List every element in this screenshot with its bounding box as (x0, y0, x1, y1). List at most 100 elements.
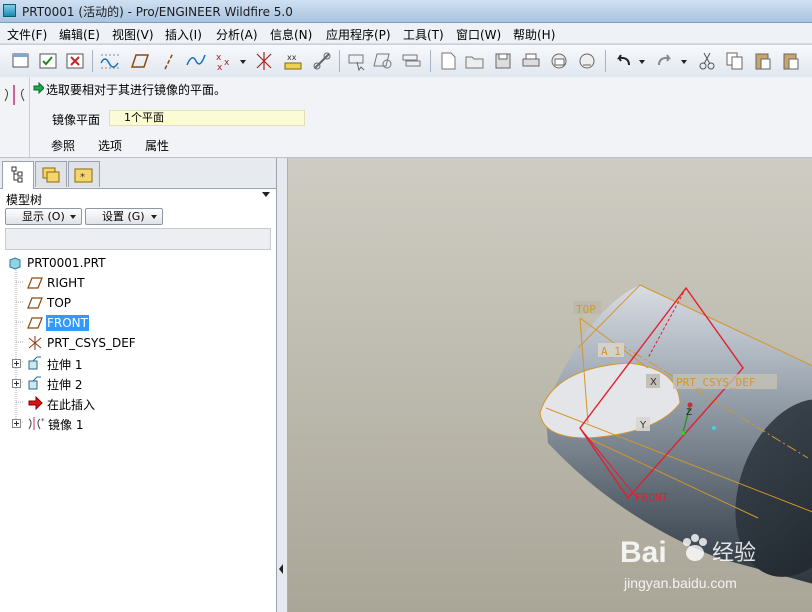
label-top: TOP (576, 303, 596, 316)
datum-display-icon[interactable] (98, 49, 122, 73)
analysis-icon[interactable]: xx (281, 49, 305, 73)
label-axis: A_1 (601, 345, 621, 358)
send-mail-icon[interactable] (547, 49, 571, 73)
undo-icon[interactable] (611, 49, 635, 73)
tree-item-right[interactable]: RIGHT (26, 274, 266, 292)
datum-axis-icon[interactable] (157, 49, 181, 73)
settings-button-label: 设置 (G) (102, 210, 145, 223)
copy-icon[interactable] (723, 49, 747, 73)
menu-view[interactable]: 视图(V) (112, 26, 154, 43)
select-layer-icon[interactable] (400, 49, 424, 73)
tree-menu-arrow-icon[interactable] (262, 192, 270, 197)
collapse-arrow-icon[interactable] (277, 550, 287, 590)
watermark-url: jingyan.baidu.com (623, 575, 737, 591)
tree-item-insert-here[interactable]: 在此插入 (26, 394, 266, 412)
show-button[interactable]: 显示 (O) (5, 208, 82, 225)
tree-item-part[interactable]: PRT0001.PRT (6, 254, 266, 272)
tree-item-csys[interactable]: PRT_CSYS_DEF (26, 334, 266, 352)
window-icon[interactable] (9, 49, 33, 73)
datum-plane-icon (27, 277, 43, 289)
redo-dropdown-icon[interactable] (679, 49, 689, 73)
tab-favorites[interactable]: * (68, 161, 100, 187)
undo-dropdown-icon[interactable] (637, 49, 647, 73)
select-query-icon[interactable] (372, 49, 396, 73)
tree-item-mirror1[interactable]: * 镜像 1 (10, 414, 266, 432)
menu-tools[interactable]: 工具(T) (403, 26, 444, 43)
mirror-plane-collector[interactable]: 1个平面 (109, 110, 305, 126)
settings-button[interactable]: 设置 (G) (85, 208, 163, 225)
label-z: Z (686, 408, 692, 418)
annotation-icon[interactable] (310, 49, 334, 73)
expand-icon[interactable] (12, 379, 21, 388)
tree-item-extrude2[interactable]: 拉伸 2 (10, 374, 266, 392)
show-button-label: 显示 (O) (22, 210, 65, 223)
select-filter-icon[interactable] (345, 49, 369, 73)
save-icon[interactable] (491, 49, 515, 73)
paste-special-icon[interactable] (779, 49, 803, 73)
tab-folder-browser[interactable] (35, 161, 67, 187)
expand-icon[interactable] (12, 359, 21, 368)
expand-icon[interactable] (12, 419, 21, 428)
extrude-icon (28, 376, 41, 390)
svg-text:x: x (216, 53, 222, 63)
open-folder-icon[interactable] (463, 49, 487, 73)
menu-window[interactable]: 窗口(W) (456, 26, 501, 43)
watermark-brand2: 经验 (712, 541, 756, 566)
print-icon[interactable] (519, 49, 543, 73)
accept-icon[interactable] (36, 49, 60, 73)
navigator-panel: * 模型树 显示 (O) 设置 (G) PRT0001.PRT RIGHT TO… (0, 158, 277, 612)
datum-csys-icon[interactable] (252, 49, 276, 73)
main-toolbar: xxx xx (0, 44, 812, 78)
new-file-icon[interactable] (436, 49, 460, 73)
send-link-icon[interactable] (575, 49, 599, 73)
cancel-icon[interactable] (63, 49, 87, 73)
chevron-down-icon (70, 215, 76, 219)
panel-splitter[interactable] (277, 158, 288, 612)
tab-properties[interactable]: 属性 (145, 137, 169, 154)
title-bar: PRT0001 (活动的) - Pro/ENGINEER Wildfire 5.… (0, 0, 812, 23)
part-icon (9, 257, 21, 270)
label-csys: PRT_CSYS_DEF (676, 376, 755, 389)
tree-item-label: PRT_CSYS_DEF (47, 336, 136, 350)
favorites-icon: * (74, 168, 93, 183)
label-y: Y (639, 420, 647, 431)
dropdown-arrow-icon[interactable] (238, 49, 248, 73)
coordinate-system-icon (28, 336, 42, 350)
menu-applications[interactable]: 应用程序(P) (326, 26, 391, 43)
cut-icon[interactable] (695, 49, 719, 73)
extrude-icon (28, 356, 41, 370)
menu-analysis[interactable]: 分析(A) (216, 26, 258, 43)
feature-dashboard: 选取要相对于其进行镜像的平面。 镜像平面 1个平面 参照 选项 属性 (0, 77, 812, 158)
tree-item-label: RIGHT (47, 276, 85, 290)
tree-item-top[interactable]: TOP (26, 294, 266, 312)
datum-plane-icon[interactable] (128, 49, 152, 73)
paste-icon[interactable] (751, 49, 775, 73)
menu-file[interactable]: 文件(F) (7, 26, 47, 43)
tree-item-extrude1[interactable]: 拉伸 1 (10, 354, 266, 372)
datum-point-icon[interactable]: xxx (213, 49, 237, 73)
menu-insert[interactable]: 插入(I) (165, 26, 202, 43)
tree-column-header (5, 228, 271, 250)
app-icon (3, 4, 16, 17)
redo-icon[interactable] (653, 49, 677, 73)
menu-edit[interactable]: 编辑(E) (59, 26, 100, 43)
prompt-arrow-icon (33, 82, 44, 94)
menu-info[interactable]: 信息(N) (270, 26, 312, 43)
datum-plane-icon (27, 317, 43, 329)
tab-model-tree[interactable] (2, 161, 34, 189)
tab-options[interactable]: 选项 (98, 137, 122, 154)
datum-plane-icon (27, 297, 43, 309)
paw-icon (683, 534, 707, 561)
datum-curve-icon[interactable] (184, 49, 208, 73)
mirror-tool-icon (4, 85, 25, 105)
tab-references[interactable]: 参照 (51, 137, 75, 154)
tree-item-front[interactable]: FRONT (26, 314, 266, 332)
tree-item-label: 镜像 1 (48, 418, 84, 432)
menu-help[interactable]: 帮助(H) (513, 26, 555, 43)
mirror-feature-icon: * (28, 417, 45, 430)
prompt-message: 选取要相对于其进行镜像的平面。 (46, 83, 227, 97)
model-tree-icon (11, 166, 23, 183)
menu-bar: 文件(F) 编辑(E) 视图(V) 插入(I) 分析(A) 信息(N) 应用程序… (0, 23, 812, 43)
svg-text:x: x (224, 58, 230, 68)
label-x: X (650, 377, 657, 388)
